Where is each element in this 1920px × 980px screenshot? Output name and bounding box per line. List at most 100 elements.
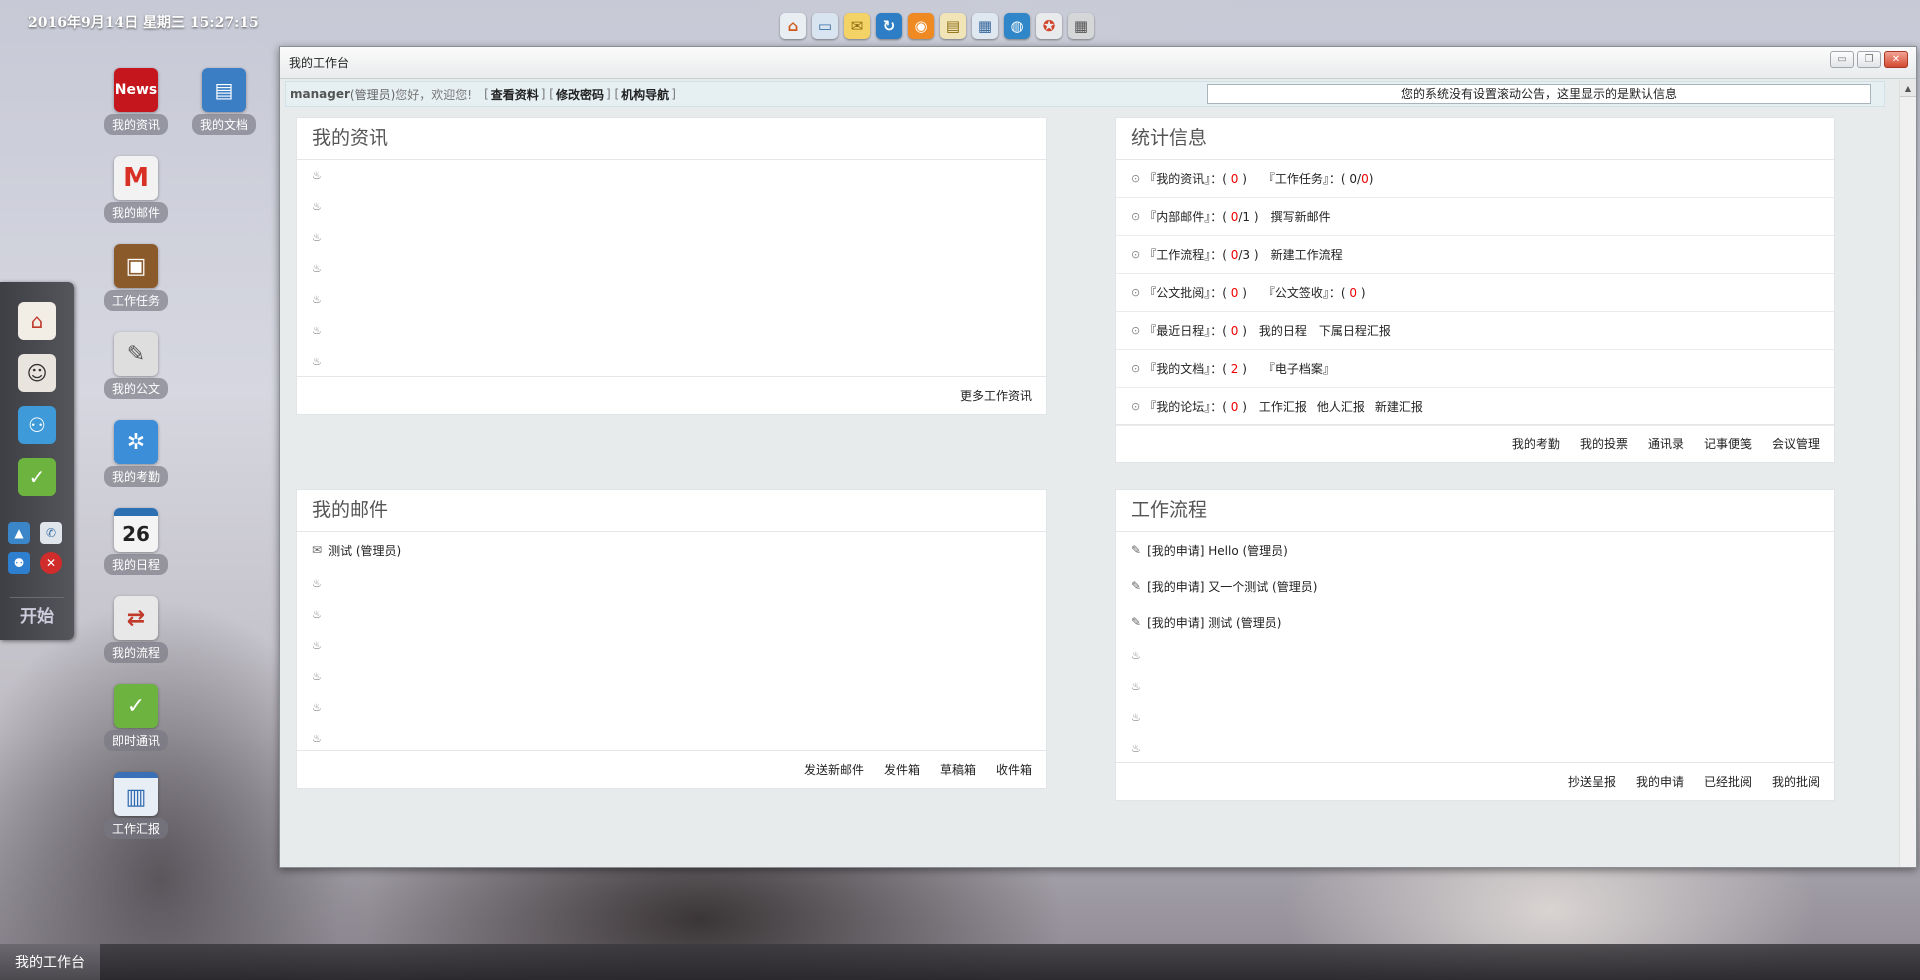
stat-label[interactable]: 『我的资讯』：( xyxy=(1144,170,1227,187)
mail-icon[interactable]: ✉ xyxy=(844,13,870,39)
phone-icon[interactable]: ✆ xyxy=(40,522,62,544)
stat-label[interactable]: 『公文签收』：( xyxy=(1263,284,1346,301)
user-avatar-icon[interactable]: ☺ xyxy=(18,354,56,392)
group-icon[interactable]: ⚇ xyxy=(18,406,56,444)
taskbar-item-workbench[interactable]: 我的工作台 xyxy=(0,944,100,980)
flame-icon: ♨ xyxy=(312,577,322,590)
list-item: ♨ xyxy=(297,692,1046,723)
desktop-icon-news[interactable]: News 我的资讯 xyxy=(101,68,171,135)
maximize-button[interactable]: ❐ xyxy=(1857,51,1881,68)
flow-item-text[interactable]: [我的申请] Hello (管理员) xyxy=(1147,542,1288,559)
news-icon: News xyxy=(114,68,158,112)
flow-item-text[interactable]: [我的申请] 又一个测试 (管理员) xyxy=(1147,578,1317,595)
window-scrollbar[interactable]: ▲ xyxy=(1899,80,1916,867)
attendance-link[interactable]: 我的考勤 xyxy=(1512,435,1560,452)
list-item: ♨ xyxy=(1116,733,1834,764)
stat-label[interactable]: 『我的文档』：( xyxy=(1144,360,1227,377)
stat-label[interactable]: 『工作流程』：( xyxy=(1144,246,1227,263)
stat-label[interactable]: 『最近日程』：( xyxy=(1144,322,1227,339)
close-icon[interactable]: ✕ xyxy=(40,552,62,574)
cc-report-link[interactable]: 抄送呈报 xyxy=(1568,773,1616,790)
desktop-icon-report[interactable]: ▥ 工作汇报 xyxy=(101,772,171,839)
user-role: (管理员) xyxy=(349,87,396,102)
scroll-up-icon[interactable]: ▲ xyxy=(1900,80,1916,97)
send-mail-link[interactable]: 发送新邮件 xyxy=(804,761,864,778)
grid-icon[interactable]: ▦ xyxy=(1068,13,1094,39)
users-icon[interactable]: ⚉ xyxy=(8,552,30,574)
flame-icon: ♨ xyxy=(312,324,322,337)
new-workflow-link[interactable]: 新建工作流程 xyxy=(1271,246,1343,263)
stat-label[interactable]: 『工作任务』：( xyxy=(1263,170,1346,187)
panel-footer: 更多工作资讯 xyxy=(297,376,1046,414)
meetings-link[interactable]: 会议管理 xyxy=(1772,435,1820,452)
calendar-icon[interactable]: ▦ xyxy=(972,13,998,39)
home-icon[interactable]: ⌂ xyxy=(18,302,56,340)
desktop-icon-mail[interactable]: M 我的邮件 xyxy=(101,156,171,223)
edit-icon: ✎ xyxy=(1131,543,1142,557)
desktop-icon-im[interactable]: ✓ 即时通讯 xyxy=(101,684,171,751)
compose-mail-link[interactable]: 撰写新邮件 xyxy=(1271,208,1331,225)
more-news-link[interactable]: 更多工作资讯 xyxy=(960,387,1032,404)
stat-row-forum: ⊙ 『我的论坛』：( 0 ) 工作汇报 他人汇报 新建汇报 xyxy=(1116,388,1834,426)
list-item[interactable]: ✎ [我的申请] 又一个测试 (管理员) xyxy=(1116,568,1834,604)
desktop-icon-tasks[interactable]: ▣ 工作任务 xyxy=(101,244,171,311)
flame-icon: ♨ xyxy=(312,701,322,714)
stat-label[interactable]: 『公文批阅』：( xyxy=(1144,284,1227,301)
top-toolbar: ⌂ ▭ ✉ ↻ ◉ ▤ ▦ ◍ ✪ ▦ xyxy=(780,8,1094,44)
inbox-link[interactable]: 收件箱 xyxy=(996,761,1032,778)
new-report-link[interactable]: 新建汇报 xyxy=(1375,398,1423,415)
report-icon: ▥ xyxy=(114,772,158,816)
chat-icon[interactable]: ✓ xyxy=(18,458,56,496)
window-titlebar[interactable]: 我的工作台 xyxy=(280,47,1916,79)
list-item: ♨ xyxy=(297,661,1046,692)
desktop-icon-schedule[interactable]: 26 我的日程 xyxy=(101,508,171,575)
stat-row-official-docs: ⊙ 『公文批阅』：( 0 ) 『公文签收』：( 0 ) xyxy=(1116,274,1834,312)
desktop-icon-official-docs[interactable]: ✎ 我的公文 xyxy=(101,332,171,399)
globe-icon[interactable]: ◍ xyxy=(1004,13,1030,39)
desktop-icon-attendance[interactable]: ✲ 我的考勤 xyxy=(101,420,171,487)
change-password-link[interactable]: 修改密码 xyxy=(556,86,604,103)
flow-icon: ⇄ xyxy=(114,596,158,640)
list-item[interactable]: ✉ 测试 (管理员) xyxy=(297,532,1046,568)
my-approvals-link[interactable]: 我的批阅 xyxy=(1772,773,1820,790)
view-profile-link[interactable]: 查看资料 xyxy=(491,86,539,103)
my-applications-link[interactable]: 我的申请 xyxy=(1636,773,1684,790)
subordinate-schedule-link[interactable]: 下属日程汇报 xyxy=(1319,322,1391,339)
mail-subject[interactable]: 测试 (管理员) xyxy=(328,542,401,559)
edit-icon: ✎ xyxy=(1131,615,1142,629)
notes-link[interactable]: 记事便笺 xyxy=(1704,435,1752,452)
outbox-link[interactable]: 发件箱 xyxy=(884,761,920,778)
picture-icon[interactable]: ▲ xyxy=(8,522,30,544)
others-report-link[interactable]: 他人汇报 xyxy=(1317,398,1365,415)
my-schedule-link[interactable]: 我的日程 xyxy=(1259,322,1307,339)
start-button[interactable]: 开始 xyxy=(10,597,64,631)
stat-row-schedule: ⊙ 『最近日程』：( 0 ) 我的日程 下属日程汇报 xyxy=(1116,312,1834,350)
flow-item-text[interactable]: [我的申请] 测试 (管理员) xyxy=(1147,614,1281,631)
votes-link[interactable]: 我的投票 xyxy=(1580,435,1628,452)
contacts-link[interactable]: 通讯录 xyxy=(1648,435,1684,452)
minimize-button[interactable]: ▭ xyxy=(1830,51,1854,68)
close-button[interactable]: ✕ xyxy=(1884,51,1908,68)
home-icon[interactable]: ⌂ xyxy=(780,13,806,39)
e-archive-link[interactable]: 『电子档案』 xyxy=(1263,360,1335,377)
document-icon[interactable]: ▤ xyxy=(940,13,966,39)
flame-icon: ♨ xyxy=(312,670,322,683)
approved-link[interactable]: 已经批阅 xyxy=(1704,773,1752,790)
stat-label[interactable]: 『内部邮件』：( xyxy=(1144,208,1227,225)
work-report-link[interactable]: 工作汇报 xyxy=(1259,398,1307,415)
list-item[interactable]: ✎ [我的申请] Hello (管理员) xyxy=(1116,532,1834,568)
list-item: ♨ xyxy=(1116,702,1834,733)
stat-label[interactable]: 『我的论坛』：( xyxy=(1144,398,1227,415)
org-nav-link[interactable]: 机构导航 xyxy=(621,86,669,103)
help-icon[interactable]: ✪ xyxy=(1036,13,1062,39)
desktop-icon-workflow[interactable]: ⇄ 我的流程 xyxy=(101,596,171,663)
desktop-icon-documents[interactable]: ▤ 我的文档 xyxy=(189,68,259,135)
refresh-icon[interactable]: ↻ xyxy=(876,13,902,39)
drafts-link[interactable]: 草稿箱 xyxy=(940,761,976,778)
list-item[interactable]: ✎ [我的申请] 测试 (管理员) xyxy=(1116,604,1834,640)
chat-icon: ✓ xyxy=(114,684,158,728)
stat-row-mail: ⊙ 『内部邮件』：( 0/1 ) 撰写新邮件 xyxy=(1116,198,1834,236)
window-icon[interactable]: ▭ xyxy=(812,13,838,39)
panel-title: 我的资讯 xyxy=(297,118,1046,160)
rss-icon[interactable]: ◉ xyxy=(908,13,934,39)
